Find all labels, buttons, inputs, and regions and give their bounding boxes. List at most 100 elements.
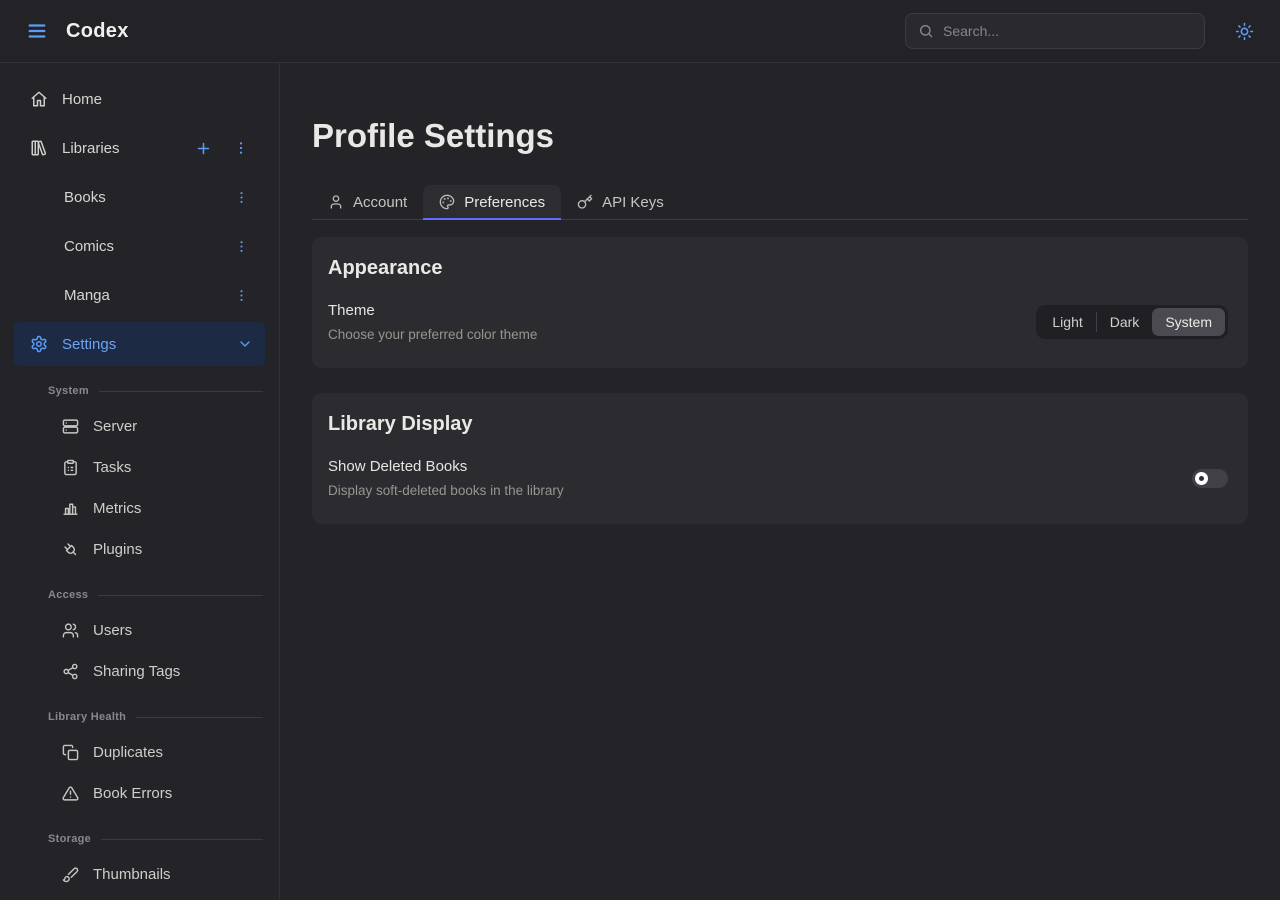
tab-preferences[interactable]: Preferences <box>423 185 561 219</box>
sidebar-item-label: Plugins <box>93 541 142 558</box>
sidebar-item-thumbnails[interactable]: Thumbnails <box>14 854 265 895</box>
palette-icon <box>439 194 455 210</box>
ellipsis-vertical-icon <box>234 239 249 254</box>
toggle-knob <box>1195 472 1208 485</box>
share-icon <box>62 663 79 680</box>
server-icon <box>62 418 79 435</box>
sidebar-item-label: Duplicates <box>93 744 163 761</box>
sidebar-item-home[interactable]: Home <box>14 77 265 121</box>
sidebar-item-comics[interactable]: Comics <box>14 224 265 268</box>
show-deleted-books-toggle[interactable] <box>1192 469 1228 488</box>
sidebar-item-label: Book Errors <box>93 785 172 802</box>
ellipsis-vertical-icon <box>234 288 249 303</box>
tab-label: API Keys <box>602 194 664 211</box>
ellipsis-vertical-icon <box>234 190 249 205</box>
section-divider <box>136 717 263 718</box>
sidebar-item-server[interactable]: Server <box>14 406 265 447</box>
brush-icon <box>62 866 79 883</box>
sidebar-item-label: Thumbnails <box>93 866 171 883</box>
theme-option-light[interactable]: Light <box>1039 308 1095 336</box>
sidebar-item-duplicates[interactable]: Duplicates <box>14 732 265 773</box>
page-title: Profile Settings <box>312 117 1248 155</box>
tab-api-keys[interactable]: API Keys <box>561 185 680 219</box>
card-title: Appearance <box>328 257 1228 280</box>
sidebar-item-books[interactable]: Books <box>14 175 265 219</box>
setting-description: Choose your preferred color theme <box>328 327 537 342</box>
sidebar-item-label: Libraries <box>62 140 120 157</box>
sidebar-item-users[interactable]: Users <box>14 610 265 651</box>
search-icon <box>918 23 934 39</box>
top-bar: Codex <box>0 0 1280 63</box>
section-title: System <box>48 385 89 397</box>
books-menu-button[interactable] <box>229 185 253 209</box>
sidebar-item-label: Settings <box>62 336 116 353</box>
section-header-access: Access <box>14 580 265 610</box>
sidebar-item-label: Books <box>64 189 106 206</box>
section-header-storage: Storage <box>14 824 265 854</box>
bar-chart-icon <box>62 500 79 517</box>
sidebar-item-label: Server <box>93 418 137 435</box>
clipboard-icon <box>62 459 79 476</box>
section-title: Storage <box>48 833 91 845</box>
sidebar-item-book-errors[interactable]: Book Errors <box>14 773 265 814</box>
sidebar-item-sharing-tags[interactable]: Sharing Tags <box>14 651 265 692</box>
theme-setting-row: Theme Choose your preferred color theme … <box>328 302 1228 342</box>
alert-triangle-icon <box>62 785 79 802</box>
sidebar-item-libraries[interactable]: Libraries <box>14 126 265 170</box>
sidebar-item-label: Home <box>62 91 102 108</box>
sidebar-item-metrics[interactable]: Metrics <box>14 488 265 529</box>
theme-toggle-button[interactable] <box>1231 18 1258 45</box>
user-icon <box>328 194 344 210</box>
sidebar-item-tasks[interactable]: Tasks <box>14 447 265 488</box>
sidebar-item-label: Metrics <box>93 500 141 517</box>
search-box[interactable] <box>905 13 1205 49</box>
section-divider <box>98 595 263 596</box>
sidebar-item-label: Tasks <box>93 459 131 476</box>
app-title: Codex <box>66 20 129 43</box>
sidebar-item-manga[interactable]: Manga <box>14 273 265 317</box>
section-title: Library Health <box>48 711 126 723</box>
library-display-card: Library Display Show Deleted Books Displ… <box>312 393 1248 524</box>
tab-label: Account <box>353 194 407 211</box>
setting-description: Display soft-deleted books in the librar… <box>328 483 564 498</box>
sidebar: Home Libraries Books <box>0 63 280 899</box>
section-divider <box>101 839 263 840</box>
search-input[interactable] <box>943 23 1192 39</box>
show-deleted-books-row: Show Deleted Books Display soft-deleted … <box>328 458 1228 498</box>
section-divider <box>99 391 263 392</box>
setting-label: Theme <box>328 302 537 319</box>
users-icon <box>62 622 79 639</box>
sidebar-item-label: Sharing Tags <box>93 663 180 680</box>
manga-menu-button[interactable] <box>229 283 253 307</box>
main-content: Profile Settings Account Preferences API… <box>280 63 1280 899</box>
sidebar-item-page-cache[interactable]: Page Cache <box>14 895 265 899</box>
sidebar-item-label: Users <box>93 622 132 639</box>
sidebar-item-label: Manga <box>64 287 110 304</box>
copy-icon <box>62 744 79 761</box>
section-title: Access <box>48 589 88 601</box>
libraries-menu-button[interactable] <box>229 136 253 160</box>
home-icon <box>30 90 48 108</box>
sun-icon <box>1235 22 1254 41</box>
appearance-card: Appearance Theme Choose your preferred c… <box>312 237 1248 368</box>
menu-button[interactable] <box>22 16 52 46</box>
gear-icon <box>30 335 48 353</box>
section-header-system: System <box>14 376 265 406</box>
plug-icon <box>62 541 79 558</box>
plus-icon <box>195 140 212 157</box>
key-icon <box>577 194 593 210</box>
comics-menu-button[interactable] <box>229 234 253 258</box>
card-title: Library Display <box>328 413 1228 436</box>
tab-label: Preferences <box>464 194 545 211</box>
tab-account[interactable]: Account <box>312 185 423 219</box>
menu-icon <box>26 20 48 42</box>
theme-option-dark[interactable]: Dark <box>1097 308 1153 336</box>
chevron-down-icon <box>237 336 253 352</box>
section-header-library-health: Library Health <box>14 702 265 732</box>
ellipsis-vertical-icon <box>233 140 249 156</box>
library-icon <box>30 139 48 157</box>
sidebar-item-plugins[interactable]: Plugins <box>14 529 265 570</box>
theme-option-system[interactable]: System <box>1152 308 1225 336</box>
add-library-button[interactable] <box>191 136 215 160</box>
sidebar-item-settings[interactable]: Settings <box>14 322 265 366</box>
